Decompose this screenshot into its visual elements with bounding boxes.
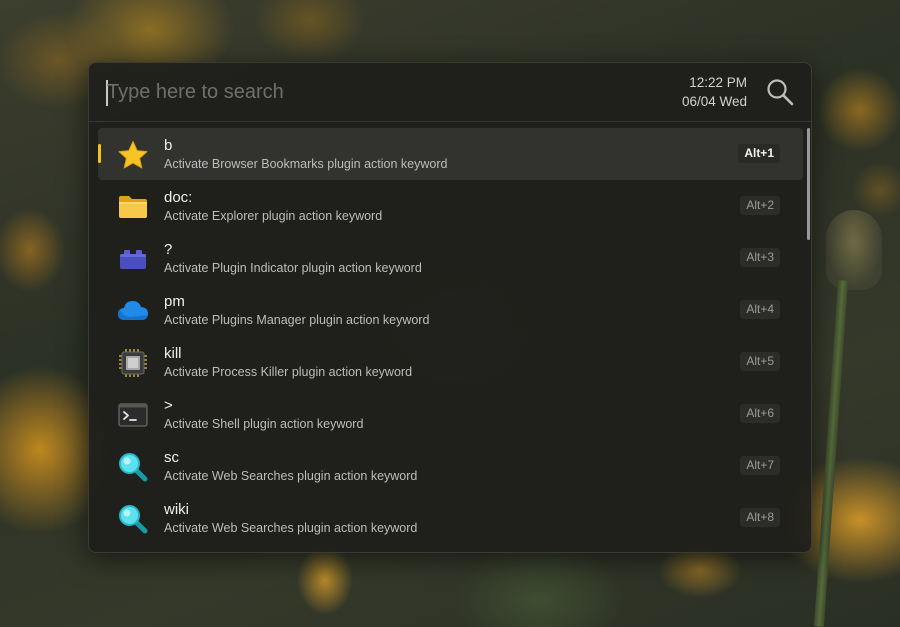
wallpaper-flower-bud: [826, 210, 882, 290]
clock: 12:22 PM 06/04 Wed: [682, 73, 747, 111]
result-title: pm: [164, 293, 185, 310]
star-icon: [118, 141, 148, 169]
search-icon[interactable]: [765, 77, 795, 107]
result-item[interactable]: doc: Activate Explorer plugin action key…: [98, 180, 803, 232]
search-input[interactable]: [107, 75, 657, 109]
result-title: doc:: [164, 189, 193, 206]
result-item[interactable]: b Activate Browser Bookmarks plugin acti…: [98, 128, 803, 180]
search-bar: 12:22 PM 06/04 Wed: [89, 63, 811, 121]
magnifier-icon: [119, 453, 148, 482]
launcher-window: 12:22 PM 06/04 Wed b Activate Browser Bo…: [88, 62, 812, 553]
hotkey-badge: Alt+3: [740, 248, 780, 267]
hotkey-badge: Alt+7: [740, 456, 780, 475]
clock-time: 12:22 PM: [689, 75, 747, 90]
result-subtitle: Activate Explorer plugin action keyword: [164, 209, 383, 223]
result-title: ?: [164, 241, 173, 258]
result-subtitle: Activate Plugin Indicator plugin action …: [164, 261, 422, 275]
magnifier-icon: [119, 505, 148, 534]
result-item[interactable]: sc Activate Web Searches plugin action k…: [98, 440, 803, 492]
result-item[interactable]: kill Activate Process Killer plugin acti…: [98, 336, 803, 388]
results-list: b Activate Browser Bookmarks plugin acti…: [98, 128, 803, 544]
result-item[interactable]: pm Activate Plugins Manager plugin actio…: [98, 284, 803, 336]
result-subtitle: Activate Plugins Manager plugin action k…: [164, 313, 430, 327]
folder-icon: [119, 196, 147, 218]
clock-date: 06/04 Wed: [681, 94, 747, 109]
result-subtitle: Activate Web Searches plugin action keyw…: [164, 469, 418, 483]
result-subtitle: Activate Browser Bookmarks plugin action…: [164, 157, 448, 171]
result-subtitle: Activate Web Searches plugin action keyw…: [164, 521, 418, 535]
result-item[interactable]: ? Activate Plugin Indicator plugin actio…: [98, 232, 803, 284]
result-title: >: [164, 397, 173, 414]
plugin-block-icon: [120, 250, 146, 269]
cpu-chip-icon: [119, 349, 147, 377]
selection-indicator: [98, 144, 101, 163]
result-title: wiki: [164, 501, 189, 518]
result-subtitle: Activate Process Killer plugin action ke…: [164, 365, 413, 379]
result-subtitle: Activate Shell plugin action keyword: [164, 417, 364, 431]
result-title: sc: [164, 449, 179, 466]
wallpaper-flower-stem: [813, 280, 849, 627]
result-item[interactable]: wiki Activate Web Searches plugin action…: [98, 492, 803, 544]
cloud-icon: [118, 301, 148, 320]
hotkey-badge: Alt+1: [738, 144, 780, 163]
hotkey-badge: Alt+6: [740, 404, 780, 423]
results-scrollbar[interactable]: [807, 128, 810, 240]
terminal-icon: [118, 403, 148, 427]
result-title: kill: [164, 345, 182, 362]
result-title: b: [164, 137, 173, 154]
hotkey-badge: Alt+5: [740, 352, 780, 371]
hotkey-badge: Alt+2: [740, 196, 780, 215]
result-item[interactable]: > Activate Shell plugin action keyword A…: [98, 388, 803, 440]
hotkey-badge: Alt+8: [740, 508, 780, 527]
search-divider: [89, 121, 811, 122]
hotkey-badge: Alt+4: [740, 300, 780, 319]
